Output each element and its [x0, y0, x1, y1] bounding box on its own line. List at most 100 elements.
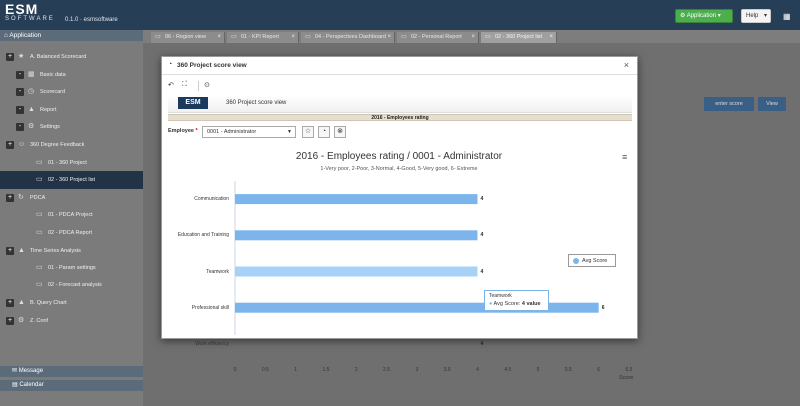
expand-icon[interactable]: +	[6, 194, 14, 202]
sidebar-item[interactable]: ▭ 02 - 360 Project list	[0, 171, 143, 189]
enter-score-button[interactable]: enter score	[704, 97, 754, 111]
app-header: ESM SOFTWARE 0.1.0 · esmsoftware ⚙ Appli…	[0, 0, 800, 30]
close-icon[interactable]: ×	[624, 60, 629, 70]
employee-select[interactable]: 0001 - Administrator ▼	[202, 126, 296, 138]
sidebar-item[interactable]: + ↻ PDCA	[0, 189, 143, 207]
view-button[interactable]: View	[758, 97, 786, 111]
help-button-label: Help	[746, 13, 759, 19]
sidebar-item[interactable]: - ▲ Report	[0, 101, 143, 119]
collapse-icon[interactable]: -	[16, 106, 24, 114]
category-label: Teamwork	[206, 268, 229, 275]
doc-icon: ▭	[36, 281, 43, 288]
fullscreen-icon[interactable]: ⛶	[182, 81, 187, 89]
sidebar-item-label: Time Series Analysis	[30, 248, 81, 254]
chart-legend[interactable]: Avg Score	[568, 254, 616, 267]
tab-label: 02 - 360 Project list	[495, 34, 543, 40]
collapse-icon[interactable]: -	[16, 71, 24, 79]
tab[interactable]: ▭ 01 - KPI Report ×	[227, 32, 299, 43]
expand-icon[interactable]: +	[6, 53, 14, 61]
sidebar-item-label: B. Query Chart	[30, 300, 67, 306]
application-button[interactable]: ⚙ Application ▾	[675, 9, 733, 23]
sidebar-item[interactable]: ▭ 02 - PDCA Report	[0, 224, 143, 242]
grid-menu-icon[interactable]: ▦	[783, 12, 792, 21]
tab-label: 02 - Personal Report	[411, 34, 462, 40]
play-icon[interactable]: ⊙	[204, 81, 210, 89]
tab-doc-icon: ▭	[401, 34, 407, 40]
x-tick-label: 5.5	[564, 367, 572, 373]
tab[interactable]: ▭ 04 - Perspectives Dashboard ×	[301, 32, 395, 43]
expand-icon[interactable]: +	[6, 299, 14, 307]
sidebar-item[interactable]: + ▲ B. Query Chart	[0, 294, 143, 312]
gear-icon: ⚙	[680, 13, 687, 19]
x-axis-title: Score	[619, 375, 634, 381]
undo-icon[interactable]: ↶	[168, 81, 174, 89]
legend-label: Avg Score	[582, 258, 608, 264]
sidebar-item-label: 01 - Param settings	[48, 265, 96, 271]
x-tick-label: 1	[294, 367, 297, 373]
x-tick-label: 2	[354, 367, 358, 373]
sidebar-message[interactable]: ✉ Message	[0, 366, 143, 377]
value-label: 4	[480, 196, 484, 203]
sidebar-item[interactable]: + ★ A. Balanced Scorecard	[0, 48, 143, 66]
help-button[interactable]: Help ▾	[741, 9, 771, 23]
tab[interactable]: ▭ 06 - Region view ×	[151, 32, 225, 43]
category-label: Education and Training	[177, 232, 229, 239]
banner-title: 360 Project score view	[226, 100, 287, 106]
tab-close-icon[interactable]: ×	[549, 32, 553, 43]
sidebar-item[interactable]: - ▦ Basic data	[0, 66, 143, 84]
employee-label-text: Employee	[168, 128, 194, 134]
doc-icon: ▭	[36, 211, 43, 218]
esm-logo[interactable]: ESM SOFTWARE	[5, 1, 55, 23]
employee-select-value: 0001 - Administrator	[207, 129, 257, 135]
x-tick-label: 1.5	[322, 367, 330, 373]
gear-icon: ⚙	[18, 317, 25, 324]
bar[interactable]	[235, 230, 478, 241]
star-icon[interactable]: ☆	[302, 126, 314, 138]
sidebar-item[interactable]: + ⚙ Z. Conf	[0, 312, 143, 330]
tab[interactable]: ▭ 02 - 360 Project list ×	[481, 32, 557, 43]
sidebar-item-label: Scorecard	[40, 89, 66, 95]
x-tick-label: 4	[476, 367, 479, 373]
sidebar-item[interactable]: ▭ 02 - Forecast analysis	[0, 276, 143, 294]
close-circle-icon[interactable]: ⊗	[334, 126, 346, 138]
sidebar-item[interactable]: - ⚙ Settings	[0, 118, 143, 136]
sidebar-calendar[interactable]: ▤ Calendar	[0, 380, 143, 391]
expand-icon[interactable]: +	[6, 141, 14, 149]
sidebar-title[interactable]: ⌂ Application	[0, 30, 143, 41]
sidebar-item[interactable]: ▭ 01 - PDCA Project	[0, 206, 143, 224]
category-label: Professional skill	[191, 304, 229, 311]
expand-icon[interactable]: +	[6, 247, 14, 255]
tab-close-icon[interactable]: ×	[471, 32, 475, 43]
expand-icon[interactable]: +	[6, 317, 14, 325]
chart-icon: ▲	[18, 247, 25, 254]
tab-label: 01 - KPI Report	[241, 34, 279, 40]
required-marker: *	[195, 128, 198, 134]
tab-close-icon[interactable]: ×	[291, 32, 295, 43]
sidebar-item[interactable]: + ▲ Time Series Analysis	[0, 242, 143, 260]
tab-close-icon[interactable]: ×	[217, 32, 221, 43]
category-label: Communication	[194, 196, 229, 203]
brand-text: ESM	[5, 1, 39, 17]
caret-down-icon: ▾	[716, 13, 721, 19]
x-tick-label: 0	[233, 367, 237, 373]
tab[interactable]: ▭ 02 - Personal Report ×	[397, 32, 479, 43]
tooltip-row: ● Avg Score: 4 value	[489, 301, 541, 307]
tab-doc-icon: ▭	[305, 34, 311, 40]
tab-close-icon[interactable]: ×	[387, 32, 391, 43]
collapse-icon[interactable]: -	[16, 123, 24, 131]
sidebar-item[interactable]: - ◷ Scorecard	[0, 83, 143, 101]
sidebar-item[interactable]: ▭ 01 - Param settings	[0, 259, 143, 277]
pie-chart-icon[interactable]: ◔	[318, 126, 330, 138]
grid-icon: ▦	[28, 71, 35, 78]
dialog-banner: ESM 360 Project score view	[168, 95, 632, 113]
bar[interactable]	[235, 266, 478, 277]
star-icon: ★	[18, 53, 25, 60]
tab-bar: ▭ 06 - Region view × ▭ 01 - KPI Report × ▭ 04 -…	[143, 30, 800, 43]
collapse-icon[interactable]: -	[16, 88, 24, 96]
value-label: 4	[480, 340, 484, 347]
sidebar-title-label: Application	[9, 32, 42, 39]
sidebar-item[interactable]: + ☺ 360 Degree Feedback	[0, 136, 143, 154]
employee-label: Employee *	[168, 128, 198, 134]
bar[interactable]	[235, 194, 478, 205]
sidebar-item[interactable]: ▭ 01 - 360 Project	[0, 154, 143, 172]
